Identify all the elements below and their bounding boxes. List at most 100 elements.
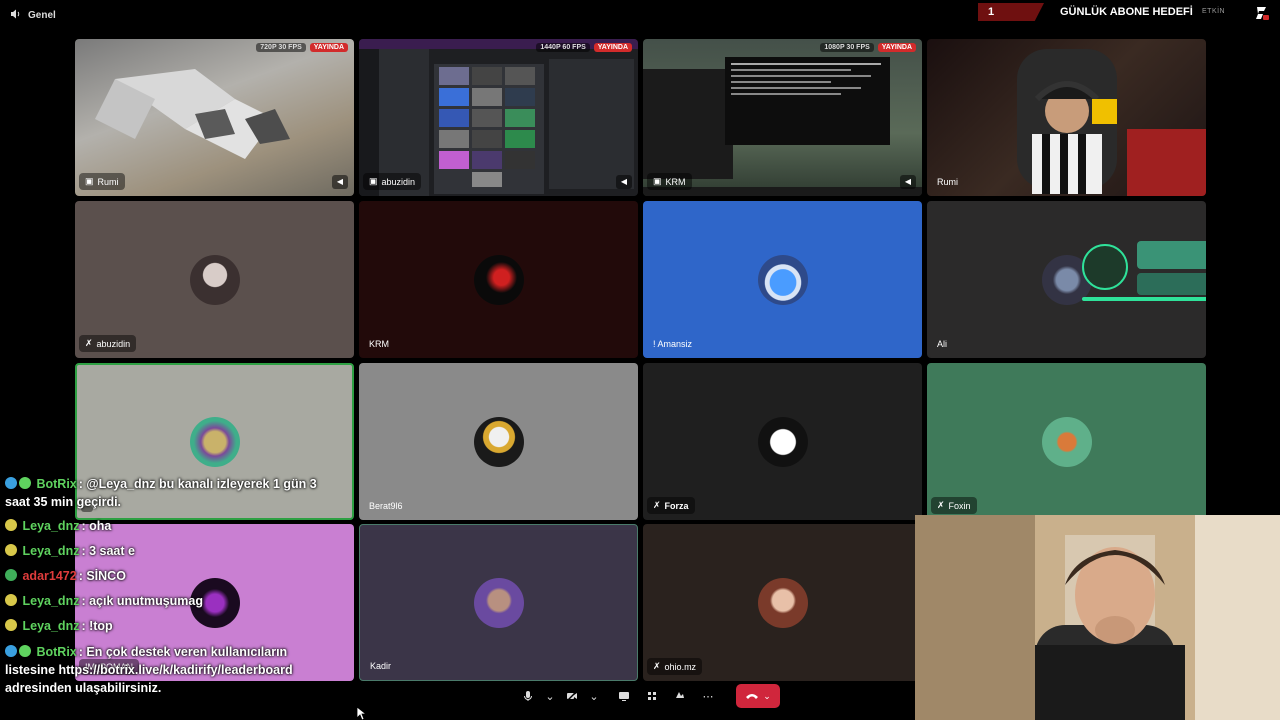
chat-username: Leya_dnz <box>22 519 80 533</box>
webcam-scene <box>1017 49 1206 196</box>
avatar <box>189 416 240 467</box>
verified-badge-icon <box>19 477 31 489</box>
chat-username: Leya_dnz <box>22 619 80 633</box>
bot-badge-icon <box>5 477 17 489</box>
stream-quality: 1080P 30 FPS <box>820 43 874 52</box>
chat-username: adar1472 <box>22 569 77 583</box>
chat-message: BotRix: @Leya_dnz bu kanalı izleyerek 1 … <box>5 477 317 509</box>
participant-name: ▣ Rumi <box>79 173 125 190</box>
participant-name: ▣ abuzidin <box>363 173 422 190</box>
camera-off-icon[interactable] <box>560 685 584 707</box>
screen-share-icon: ▣ <box>85 176 94 186</box>
soundboard-icon[interactable] <box>668 685 692 707</box>
participant-name: Ali <box>937 339 948 349</box>
chat-message: BotRix: En çok destek veren kullanıcılar… <box>5 645 293 695</box>
more-icon[interactable]: ⋯ <box>696 685 720 707</box>
mic-muted-icon: ✗ <box>85 338 93 348</box>
chat-text: SİNCO <box>86 569 126 583</box>
hangup-button[interactable]: ⌄ <box>736 684 780 708</box>
goal-title: GÜNLÜK ABONE HEDEFİ <box>1060 6 1193 18</box>
user-badge-icon <box>5 544 17 556</box>
avatar <box>189 254 240 305</box>
avatar <box>473 416 524 467</box>
chat-username: Leya_dnz <box>22 544 80 558</box>
participant-tile-ali[interactable]: Ali <box>927 201 1206 358</box>
camera-tile-rumi[interactable]: Rumi <box>927 39 1206 196</box>
participant-name: ✗ abuzidin <box>79 335 137 352</box>
live-badge: YAYINDA <box>877 43 916 52</box>
live-badge: YAYINDA <box>309 43 348 52</box>
volume-icon[interactable]: ◀ <box>332 175 348 189</box>
chat-message: Leya_dnz: oha <box>5 514 335 539</box>
participant-tile-berat[interactable]: Berat9l6 <box>359 363 638 520</box>
chat-username: BotRix <box>36 645 77 659</box>
chat-text: !top <box>89 619 113 633</box>
participant-name: Berat9l6 <box>369 501 403 511</box>
participant-tile-forza[interactable]: ✗ Forza <box>643 363 922 520</box>
chat-text: açık unutmuşumag <box>89 594 204 608</box>
microphone-icon[interactable] <box>516 685 540 707</box>
hangup-icon <box>746 694 759 699</box>
chat-message: adar1472: SİNCO <box>5 564 335 589</box>
volume-icon[interactable]: ◀ <box>616 175 632 189</box>
participant-name: Rumi <box>937 177 959 187</box>
mic-muted-icon: ✗ <box>937 500 945 510</box>
user-badge-icon <box>5 569 17 581</box>
participant-tile-foxin[interactable]: ✗ Foxin <box>927 363 1206 520</box>
screen-share-icon: ▣ <box>369 176 378 186</box>
user-badge-icon <box>5 519 17 531</box>
user-badge-icon <box>5 619 17 631</box>
stream-chat: BotRix: @Leya_dnz bu kanalı izleyerek 1 … <box>5 471 335 700</box>
goal-count: 1 <box>978 3 1044 21</box>
top-bar: Genel 1 GÜNLÜK ABONE HEDEFİ ETKİN <box>0 0 1280 30</box>
mic-muted-icon: ✗ <box>653 661 661 671</box>
goal-status-badge: ETKİN <box>1202 8 1226 15</box>
avatar <box>473 254 524 305</box>
participant-tile-ohio[interactable]: ✗ ohio.mz <box>643 524 922 681</box>
speaker-icon <box>10 8 22 23</box>
participant-name: ! Amansiz <box>653 339 693 349</box>
stream-quality: 720P 30 FPS <box>256 43 306 52</box>
stream-tile-krm[interactable]: 1080P 30 FPS YAYINDA ▣ KRM ◀ <box>643 39 922 196</box>
overlay-logo-icon <box>1254 5 1270 21</box>
screen-share-icon: ▣ <box>653 176 662 186</box>
chevron-down-icon: ⌄ <box>763 690 771 701</box>
stream-quality: 1440P 60 FPS <box>536 43 590 52</box>
stream-tile-rumi-game[interactable]: 720P 30 FPS YAYINDA ▣ Rumi ◀ <box>75 39 354 196</box>
streamer-webcam <box>915 515 1280 720</box>
volume-icon[interactable]: ◀ <box>900 175 916 189</box>
screen-share-icon[interactable] <box>612 685 636 707</box>
webcam-feed <box>915 515 1280 720</box>
chat-message: Leya_dnz: 3 saat e <box>5 539 335 564</box>
user-badge-icon <box>5 594 17 606</box>
chevron-down-icon[interactable]: ⌄ <box>588 685 600 707</box>
chat-message: Leya_dnz: açık unutmuşumag <box>5 589 335 614</box>
mouse-cursor-icon <box>356 706 368 720</box>
channel-name: Genel <box>28 10 56 21</box>
participant-tile-krm[interactable]: KRM <box>359 201 638 358</box>
participant-tile-kadir[interactable]: Kadir <box>359 524 638 681</box>
avatar <box>1041 416 1092 467</box>
chat-username: Leya_dnz <box>22 594 80 608</box>
avatar <box>473 577 524 628</box>
participant-name: KRM <box>369 339 389 349</box>
participant-name: ✗ ohio.mz <box>647 658 703 675</box>
avatar <box>757 416 808 467</box>
chat-text: 3 saat e <box>89 544 135 558</box>
chat-message: Leya_dnz: !top <box>5 614 335 639</box>
verified-badge-icon <box>19 645 31 657</box>
stream-tile-abuzidin[interactable]: 1440P 60 FPS YAYINDA ▣ abuzidin ◀ <box>359 39 638 196</box>
live-badge: YAYINDA <box>593 43 632 52</box>
bot-badge-icon <box>5 645 17 657</box>
participant-tile-amansiz[interactable]: ! Amansiz <box>643 201 922 358</box>
chat-username: BotRix <box>36 477 77 491</box>
chevron-down-icon[interactable]: ⌄ <box>544 685 556 707</box>
participant-name: ▣ KRM <box>647 173 692 190</box>
activities-icon[interactable] <box>640 685 664 707</box>
voice-channel-header[interactable]: Genel <box>10 8 56 23</box>
call-controls: ⌄ ⌄ ⋯ ⌄ <box>516 684 780 708</box>
participant-tile-abuzidin[interactable]: ✗ abuzidin <box>75 201 354 358</box>
participant-name: ✗ Forza <box>647 497 695 514</box>
avatar <box>757 577 808 628</box>
participant-name: ✗ Foxin <box>931 497 977 514</box>
